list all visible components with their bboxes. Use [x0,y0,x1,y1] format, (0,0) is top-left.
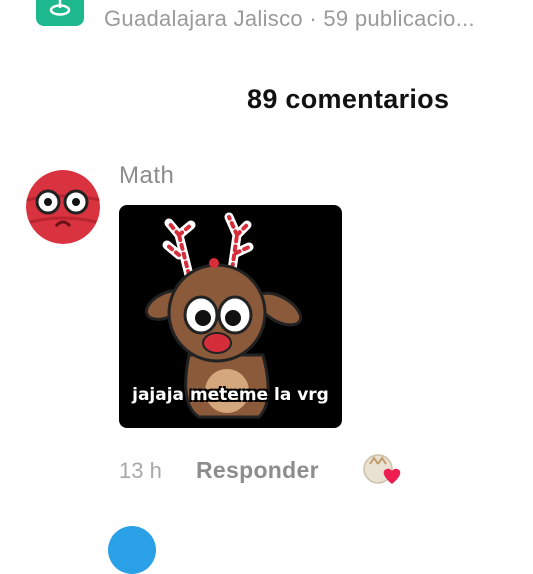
map-pin-icon [36,0,84,26]
comment-author[interactable]: Math [119,162,174,190]
location-text[interactable]: Guadalajara Jalisco · 59 publicacio... [104,6,475,32]
comments-count: 89 comentarios [247,84,450,114]
sticker-caption: jajaja meteme la vrg [132,385,329,405]
comment-time: 13 h [119,458,162,483]
avatar[interactable] [26,170,100,244]
location-row[interactable]: Guadalajara Jalisco · 59 publicacio... [0,0,533,40]
next-comment-avatar[interactable] [108,526,156,574]
comment-sticker[interactable]: jajaja meteme la vrg [119,205,342,428]
heart-reaction-icon[interactable] [362,452,404,488]
reply-button[interactable]: Responder [196,457,319,484]
